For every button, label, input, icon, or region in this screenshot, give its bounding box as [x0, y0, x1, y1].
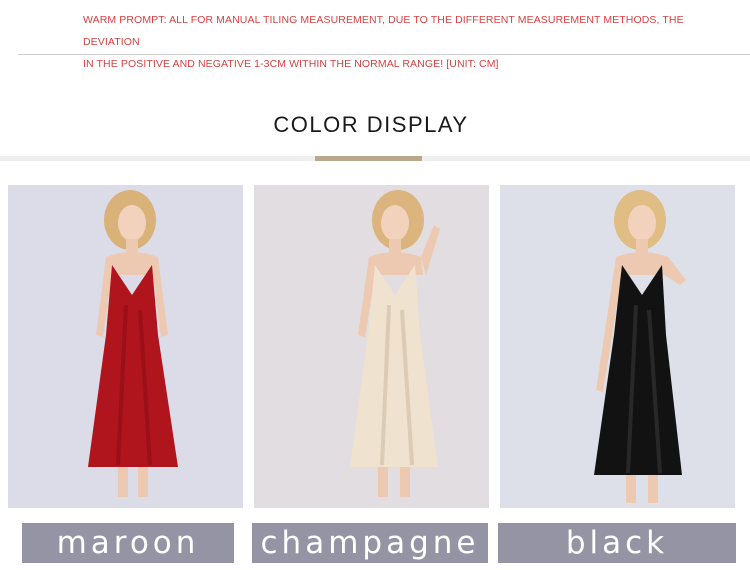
product-photo-maroon[interactable] — [8, 185, 243, 508]
color-label-black: black — [498, 523, 736, 563]
section-title: COLOR DISPLAY — [273, 112, 469, 137]
warm-prompt: WARM PROMPT: ALL FOR MANUAL TILING MEASU… — [83, 9, 723, 75]
title-accent-bar — [315, 156, 422, 161]
color-label-maroon: maroon — [22, 523, 234, 563]
color-label-champagne: champagne — [252, 523, 488, 563]
warm-prompt-line-1: WARM PROMPT: ALL FOR MANUAL TILING MEASU… — [83, 14, 684, 48]
product-photo-champagne[interactable] — [254, 185, 489, 508]
top-divider — [18, 54, 750, 55]
product-photo-black[interactable] — [500, 185, 735, 508]
warm-prompt-line-2: IN THE POSITIVE AND NEGATIVE 1-3CM WITHI… — [83, 58, 499, 70]
